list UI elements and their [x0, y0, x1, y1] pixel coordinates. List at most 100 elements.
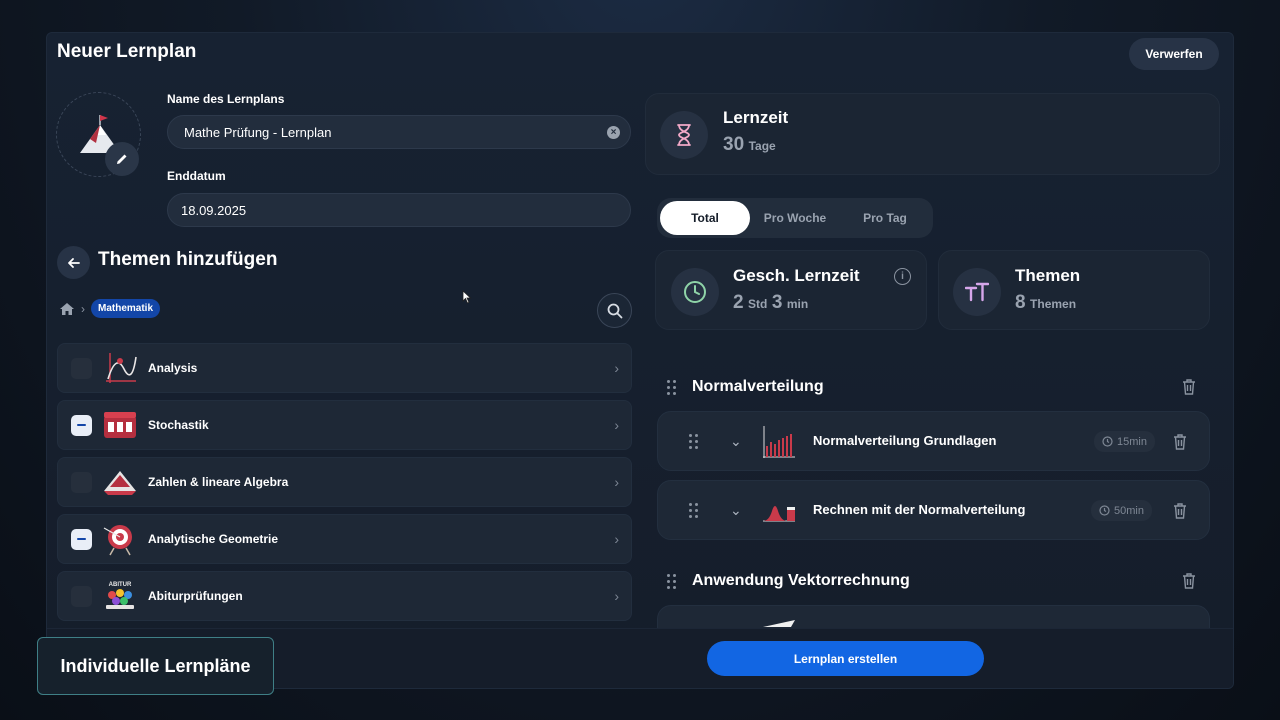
create-plan-button[interactable]: Lernplan erstellen [707, 641, 984, 676]
period-tabs: Total Pro Woche Pro Tag [657, 198, 933, 238]
topic-checkbox[interactable] [71, 471, 92, 493]
plan-name-value: Mathe Prüfung - Lernplan [184, 124, 332, 140]
lernzeit-value: 30 [723, 134, 745, 155]
abitur-icon: ABITUR [102, 579, 138, 613]
clock-icon [671, 268, 719, 316]
lesson-row[interactable]: ⌄ Normalverteilung Grundlagen 15min [657, 411, 1210, 471]
search-button[interactable] [597, 293, 632, 328]
minutes-unit: min [786, 297, 809, 311]
trash-icon[interactable] [1182, 573, 1196, 589]
mouse-cursor-icon [462, 290, 472, 304]
lesson-row[interactable]: ⌄ Rechnen mit der Normalverteilung 50min [657, 480, 1210, 540]
topic-label: Zahlen & lineare Algebra [148, 475, 289, 489]
home-icon[interactable] [59, 302, 75, 316]
hourglass-icon [660, 111, 708, 159]
estimated-time-value: 2 Std 3 min [733, 292, 808, 314]
clock-icon [1099, 505, 1110, 516]
chevron-down-icon[interactable]: ⌄ [730, 433, 742, 450]
topic-checkbox[interactable] [71, 414, 92, 436]
themes-card: Themen 8 Themen [938, 250, 1210, 330]
search-icon [607, 303, 622, 318]
trash-icon[interactable] [1173, 503, 1187, 519]
trash-icon[interactable] [1173, 434, 1187, 450]
target-icon [102, 522, 138, 556]
analysis-icon [102, 351, 138, 385]
themes-add-title: Themen hinzufügen [98, 249, 278, 270]
chevron-right-icon: › [614, 474, 619, 490]
duration-value: 15min [1117, 435, 1147, 448]
themes-title: Themen [1015, 266, 1081, 285]
chevron-right-icon: › [614, 531, 619, 547]
topic-label: Abiturprüfungen [148, 589, 243, 603]
tab-pro-woche[interactable]: Pro Woche [750, 201, 840, 235]
text-size-icon [953, 268, 1001, 316]
breadcrumb-mathematik[interactable]: Mathematik [91, 299, 161, 318]
lernzeit-value-row: 30 Tage [723, 134, 776, 156]
themes-value-row: 8 Themen [1015, 292, 1076, 314]
lernzeit-title: Lernzeit [723, 108, 789, 127]
bar-chart-thumbnail-icon [763, 426, 795, 458]
topic-label: Stochastik [148, 418, 209, 432]
lernplan-dialog: Neuer Lernplan Verwerfen Name des Lernpl… [46, 32, 1234, 689]
caption-label: Individuelle Lernpläne [37, 637, 274, 695]
chevron-right-icon: › [614, 588, 619, 604]
edit-image-button[interactable] [105, 142, 139, 176]
back-button[interactable] [57, 246, 90, 279]
group-title: Anwendung Vektorrechnung [692, 572, 910, 589]
topic-row-geometrie[interactable]: Analytische Geometrie › [57, 514, 632, 564]
topic-row-abitur[interactable]: ABITUR Abiturprüfungen › [57, 571, 632, 621]
clock-icon [1102, 436, 1113, 447]
end-date-input[interactable]: 18.09.2025 [167, 193, 631, 227]
topic-row-analysis[interactable]: Analysis › [57, 343, 632, 393]
lernzeit-unit: Tage [748, 139, 776, 153]
topic-label: Analytische Geometrie [148, 532, 279, 546]
hours-unit: Std [748, 297, 768, 311]
lesson-title: Rechnen mit der Normalverteilung [813, 502, 1026, 517]
chevron-right-icon: › [614, 417, 619, 433]
topic-row-stochastik[interactable]: Stochastik › [57, 400, 632, 450]
topic-checkbox[interactable] [71, 528, 92, 550]
tab-pro-tag[interactable]: Pro Tag [840, 201, 930, 235]
drag-handle-icon[interactable] [689, 503, 698, 518]
lesson-title: Normalverteilung Grundlagen [813, 433, 997, 448]
algebra-icon [102, 465, 138, 499]
chevron-down-icon[interactable]: ⌄ [730, 502, 742, 519]
duration-badge: 15min [1094, 431, 1155, 452]
group-header[interactable]: Anwendung Vektorrechnung [667, 569, 910, 593]
trash-icon[interactable] [1182, 379, 1196, 395]
end-date-value: 18.09.2025 [181, 202, 247, 218]
minutes-value: 3 [771, 292, 783, 313]
duration-badge: 50min [1091, 500, 1152, 521]
group-header[interactable]: Normalverteilung [667, 375, 824, 399]
drag-handle-icon[interactable] [689, 434, 698, 449]
svg-text:ABITUR: ABITUR [109, 582, 132, 588]
arrow-left-icon [67, 257, 80, 268]
group-title: Normalverteilung [692, 378, 824, 395]
bell-curve-thumbnail-icon [763, 506, 795, 522]
lernzeit-card: Lernzeit 30 Tage [645, 93, 1220, 175]
estimated-time-title: Gesch. Lernzeit [733, 266, 860, 285]
drag-handle-icon[interactable] [667, 379, 676, 395]
page-title: Neuer Lernplan [57, 41, 197, 62]
topic-list: Analysis › Stochastik › Zahlen & lineare… [57, 343, 632, 628]
stochastik-icon [102, 408, 138, 442]
end-date-label: Enddatum [167, 169, 226, 183]
name-label: Name des Lernplans [167, 92, 285, 106]
breadcrumb: › Mathematik [59, 299, 161, 318]
duration-value: 50min [1114, 504, 1144, 517]
breadcrumb-separator: › [81, 301, 85, 316]
topic-checkbox[interactable] [71, 585, 92, 607]
drag-handle-icon[interactable] [667, 573, 676, 589]
topic-row-zahlen[interactable]: Zahlen & lineare Algebra › [57, 457, 632, 507]
discard-button[interactable]: Verwerfen [1129, 38, 1219, 70]
clear-icon[interactable]: × [607, 126, 620, 139]
info-icon[interactable]: i [894, 268, 911, 285]
chevron-right-icon: › [614, 360, 619, 376]
pencil-icon [117, 154, 127, 164]
vector-thumbnail-icon [763, 620, 795, 627]
estimated-time-card: Gesch. Lernzeit 2 Std 3 min i [655, 250, 927, 330]
themes-value: 8 [1015, 292, 1026, 313]
plan-name-input[interactable]: Mathe Prüfung - Lernplan × [167, 115, 631, 149]
tab-total[interactable]: Total [660, 201, 750, 235]
topic-checkbox[interactable] [71, 357, 92, 379]
